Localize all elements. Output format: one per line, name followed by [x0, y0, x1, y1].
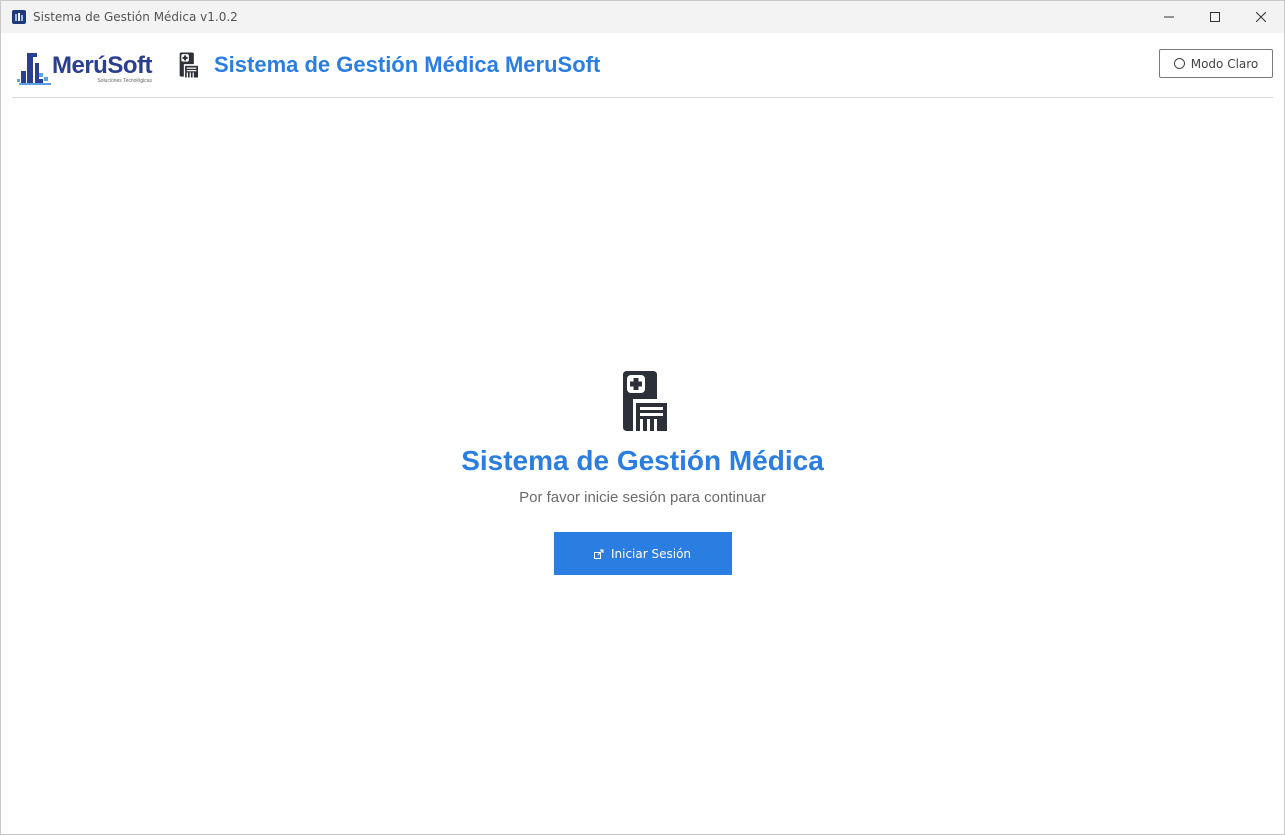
minimize-icon: [1164, 16, 1174, 18]
minimize-button[interactable]: [1146, 1, 1192, 33]
app-window: Sistema de Gestión Médica v1.0.2 MerúSof…: [0, 0, 1285, 835]
merusoft-logo: MerúSoft Soluciones Tecnológicas: [17, 45, 153, 85]
app-header: MerúSoft Soluciones Tecnológicas Sistema…: [12, 33, 1273, 98]
header-title: Sistema de Gestión Médica MeruSoft: [214, 52, 601, 77]
login-button-label: Iniciar Sesión: [610, 546, 692, 561]
login-prompt: Sistema de Gestión Médica Por favor inic…: [1, 371, 1284, 575]
maximize-button[interactable]: [1192, 1, 1238, 33]
medical-file-icon: [622, 371, 667, 431]
merusoft-logo-mark-icon: [17, 53, 51, 85]
title-bar[interactable]: Sistema de Gestión Médica v1.0.2: [1, 1, 1284, 33]
logo-text: MerúSoft Soluciones Tecnológicas: [52, 52, 153, 85]
circle-icon: [1173, 58, 1185, 69]
logo-tagline: Soluciones Tecnológicas: [97, 78, 152, 84]
login-icon: [593, 549, 604, 559]
login-button[interactable]: Iniciar Sesión: [553, 532, 732, 575]
app-logo-icon: [12, 10, 26, 24]
close-button[interactable]: [1238, 1, 1284, 33]
page-title: Sistema de Gestión Médica: [461, 445, 824, 476]
theme-mode-label: Modo Claro: [1190, 56, 1259, 71]
window-controls: [1146, 1, 1284, 33]
page-subtitle: Por favor inicie sesión para continuar: [519, 489, 766, 506]
window-title: Sistema de Gestión Médica v1.0.2: [33, 10, 238, 24]
theme-mode-button[interactable]: Modo Claro: [1159, 49, 1273, 78]
logo-name: MerúSoft: [52, 52, 153, 79]
medical-file-icon: [179, 52, 198, 78]
maximize-icon: [1210, 12, 1220, 22]
close-icon: [1256, 12, 1266, 22]
